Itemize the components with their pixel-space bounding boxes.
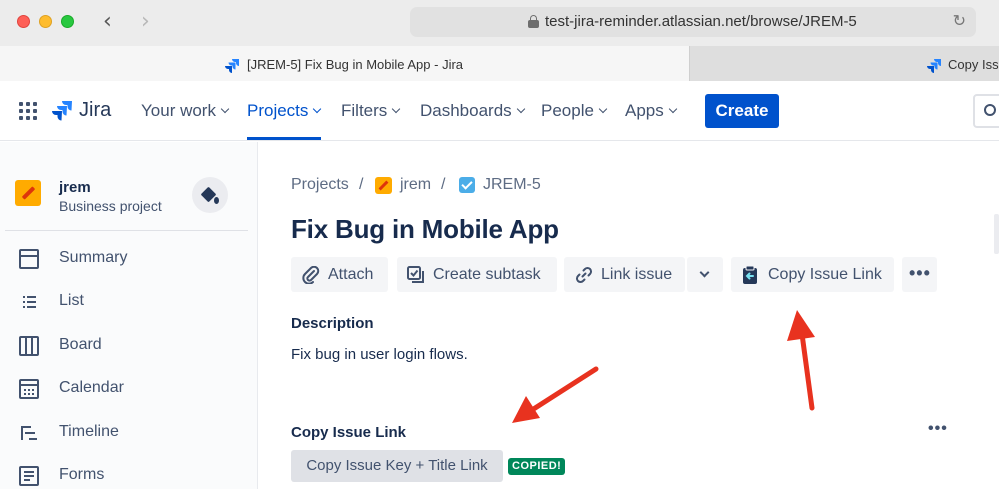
list-icon: [19, 292, 39, 312]
breadcrumb-projects[interactable]: Projects: [291, 176, 349, 194]
sidebar-item-label: Timeline: [59, 423, 119, 440]
theme-button[interactable]: [192, 177, 228, 213]
link-issue-button[interactable]: Link issue: [564, 257, 685, 292]
sidebar-item-label: List: [59, 292, 84, 309]
project-name[interactable]: jrem: [59, 179, 91, 196]
sidebar-item-list[interactable]: List: [0, 282, 257, 322]
copy-issue-link-button[interactable]: Copy Issue Link: [731, 257, 894, 292]
jira-topnav: Jira Your work Projects Filters Dashboar…: [0, 81, 999, 141]
subtask-icon: [407, 266, 424, 283]
nav-people[interactable]: People: [541, 101, 608, 121]
nav-filters[interactable]: Filters: [341, 101, 401, 121]
description-label: Description: [291, 315, 374, 332]
link-issue-dropdown-button[interactable]: [687, 257, 723, 292]
copy-issue-key-title-button[interactable]: Copy Issue Key + Title Link: [291, 450, 503, 482]
annotation-arrow-icon: [512, 366, 599, 423]
forward-arrow-icon[interactable]: ›: [141, 9, 150, 34]
clipboard-icon: [743, 265, 757, 284]
browser-tabstrip: [JREM-5] Fix Bug in Mobile App - Jira Co…: [0, 46, 999, 81]
chevron-down-icon: [516, 104, 525, 114]
calendar-icon: [19, 379, 39, 399]
task-type-icon: [459, 177, 475, 193]
copy-issue-link-panel-title: Copy Issue Link: [291, 424, 407, 441]
chevron-down-icon: [220, 104, 230, 114]
browser-tab-inactive[interactable]: Copy Issu: [690, 46, 999, 81]
jira-wordmark[interactable]: Jira: [79, 99, 111, 122]
chevron-down-icon: [699, 267, 710, 278]
lock-icon: [528, 15, 539, 28]
jira-favicon-icon: [927, 59, 941, 73]
issue-title[interactable]: Fix Bug in Mobile App: [291, 214, 559, 245]
jira-logo-icon[interactable]: [51, 100, 73, 122]
reload-icon[interactable]: ↻: [953, 11, 966, 30]
active-nav-indicator: [247, 137, 321, 140]
address-bar[interactable]: test-jira-reminder.atlassian.net/browse/…: [410, 7, 976, 37]
project-avatar[interactable]: [15, 180, 41, 206]
url-text: test-jira-reminder.atlassian.net/browse/…: [545, 13, 857, 30]
board-icon: [19, 336, 39, 356]
search-icon: [984, 104, 996, 116]
right-panel-edge: [994, 214, 999, 254]
sidebar-item-label: Calendar: [59, 379, 124, 396]
sidebar-item-label: Summary: [59, 249, 128, 266]
sidebar-item-label: Forms: [59, 466, 105, 483]
minimize-window-button[interactable]: [39, 15, 52, 28]
attach-button[interactable]: Attach: [291, 257, 388, 292]
chevron-down-icon: [598, 104, 608, 114]
timeline-icon: [19, 423, 39, 443]
sidebar-item-summary[interactable]: Summary: [0, 239, 257, 279]
create-subtask-button[interactable]: Create subtask: [397, 257, 557, 292]
tab-title: [JREM-5] Fix Bug in Mobile App - Jira: [247, 57, 464, 72]
project-sidebar: jrem Business project Summary List Board…: [0, 142, 258, 489]
sidebar-item-board[interactable]: Board: [0, 326, 257, 366]
summary-icon: [19, 249, 39, 269]
sidebar-item-timeline[interactable]: Timeline: [0, 413, 257, 453]
chevron-down-icon: [392, 104, 401, 114]
create-button[interactable]: Create: [705, 94, 779, 128]
copied-badge: COPIED!: [508, 458, 566, 475]
jira-favicon-icon: [225, 59, 239, 73]
chevron-down-icon: [668, 104, 677, 114]
nav-dashboards[interactable]: Dashboards: [420, 101, 525, 121]
forms-icon: [19, 466, 39, 486]
nav-your-work[interactable]: Your work: [141, 101, 230, 121]
close-window-button[interactable]: [17, 15, 30, 28]
search-input[interactable]: [973, 94, 999, 128]
nav-projects[interactable]: Projects: [247, 101, 322, 121]
browser-tab-active[interactable]: [JREM-5] Fix Bug in Mobile App - Jira: [0, 46, 690, 81]
breadcrumb-separator: /: [359, 176, 364, 193]
description-text[interactable]: Fix bug in user login flows.: [291, 346, 468, 363]
project-type: Business project: [59, 198, 162, 214]
link-icon: [575, 266, 593, 284]
app-switcher-icon[interactable]: [19, 102, 37, 120]
back-arrow-icon[interactable]: ‹: [103, 9, 112, 34]
sidebar-item-label: Board: [59, 336, 102, 353]
sidebar-item-forms[interactable]: Forms: [0, 456, 257, 489]
annotation-arrow-icon: [787, 310, 815, 411]
breadcrumb-issue-key[interactable]: JREM-5: [483, 176, 541, 194]
maximize-window-button[interactable]: [61, 15, 74, 28]
sidebar-divider: [5, 230, 248, 231]
panel-more-icon[interactable]: •••: [928, 420, 948, 438]
more-actions-button[interactable]: •••: [902, 257, 937, 292]
tab-title: Copy Issu: [948, 57, 999, 72]
more-icon: •••: [909, 263, 931, 283]
breadcrumb-project[interactable]: jrem: [400, 176, 431, 194]
breadcrumb-separator: /: [441, 176, 446, 193]
chevron-down-icon: [313, 104, 322, 114]
sidebar-item-calendar[interactable]: Calendar: [0, 369, 257, 409]
browser-titlebar: ‹ › test-jira-reminder.atlassian.net/bro…: [0, 0, 999, 46]
nav-apps[interactable]: Apps: [625, 101, 677, 121]
project-avatar: [375, 177, 392, 194]
paperclip-icon: [302, 266, 320, 284]
